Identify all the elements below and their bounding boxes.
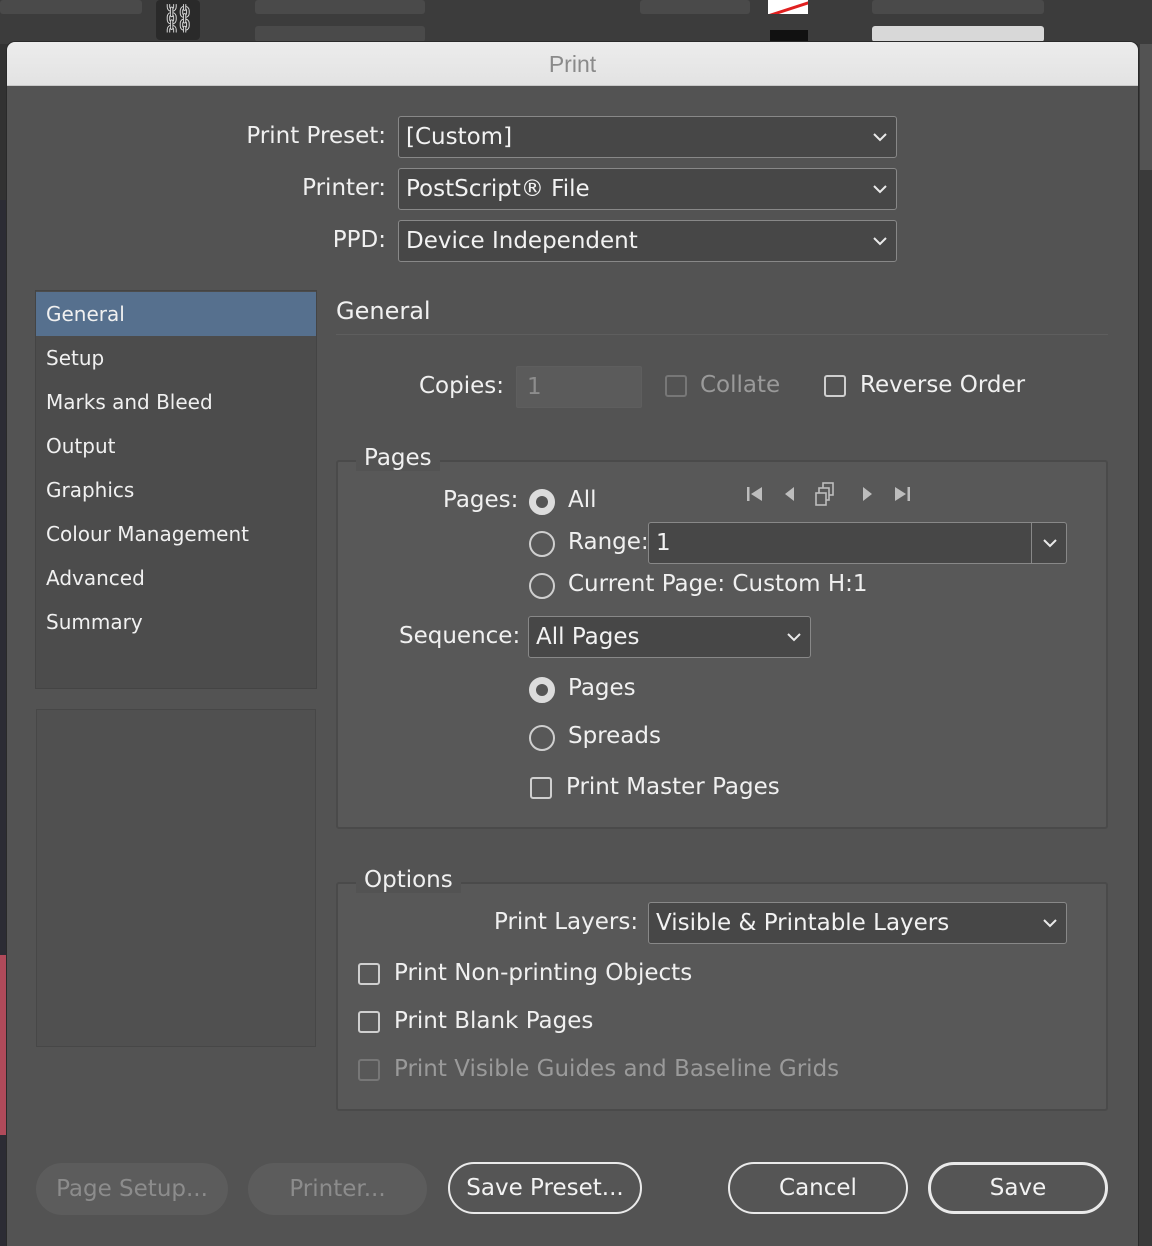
category-setup[interactable]: Setup — [36, 336, 316, 380]
chevron-down-icon — [873, 185, 887, 194]
options-legend: Options — [356, 867, 461, 893]
print-preset-value: [Custom] — [406, 124, 513, 150]
print-blank-pages-label: Print Blank Pages — [394, 1008, 594, 1034]
printer-label: Printer: — [302, 175, 386, 201]
sequence-value: All Pages — [536, 624, 640, 650]
chevron-down-icon[interactable] — [1042, 535, 1058, 551]
print-layers-value: Visible & Printable Layers — [656, 910, 950, 936]
print-master-pages-checkbox[interactable] — [530, 777, 552, 799]
link-icon: ⛓ — [156, 0, 200, 40]
section-divider — [336, 334, 1108, 335]
first-page-icon[interactable] — [744, 483, 766, 505]
pages-range-label: Range: — [568, 529, 649, 555]
pages-legend: Pages — [356, 445, 440, 471]
chevron-down-icon — [873, 133, 887, 142]
dialog-title: Print — [7, 42, 1138, 86]
page-preview — [36, 709, 316, 1047]
reverse-order-label: Reverse Order — [860, 372, 1026, 398]
background-toolbar: ⛓ — [0, 0, 1152, 44]
collate-label: Collate — [700, 372, 781, 398]
last-page-icon[interactable] — [891, 483, 913, 505]
layout-spreads-label: Spreads — [568, 723, 661, 749]
category-graphics[interactable]: Graphics — [36, 468, 316, 512]
cancel-button[interactable]: Cancel — [728, 1162, 908, 1214]
pages-range-radio[interactable] — [529, 531, 555, 557]
print-dialog: Print Print Preset: [Custom] Printer: Po… — [7, 42, 1138, 1246]
sequence-select[interactable]: All Pages — [528, 616, 811, 658]
collate-checkbox[interactable] — [665, 375, 687, 397]
print-master-pages-label: Print Master Pages — [566, 774, 780, 800]
chevron-down-icon — [873, 237, 887, 246]
category-colour-management[interactable]: Colour Management — [36, 512, 316, 556]
background-toolbar-block — [872, 0, 1044, 14]
chevron-down-icon — [1043, 919, 1057, 928]
print-non-printing-checkbox[interactable] — [358, 963, 380, 985]
background-panel — [1138, 44, 1152, 1246]
category-advanced[interactable]: Advanced — [36, 556, 316, 600]
category-list: General Setup Marks and Bleed Output Gra… — [35, 290, 317, 689]
copies-input[interactable]: 1 — [516, 366, 642, 408]
reverse-order-checkbox[interactable] — [824, 375, 846, 397]
save-preset-button[interactable]: Save Preset... — [448, 1162, 642, 1214]
pages-range-value: 1 — [656, 530, 671, 556]
pages-all-label: All — [568, 487, 597, 513]
previous-page-icon[interactable] — [779, 483, 801, 505]
layout-pages-radio[interactable] — [529, 677, 555, 703]
print-guides-label: Print Visible Guides and Baseline Grids — [394, 1056, 840, 1082]
print-layers-label: Print Layers: — [494, 909, 639, 935]
background-toolbar-block — [0, 0, 142, 14]
printer-select[interactable]: PostScript® File — [398, 168, 897, 210]
print-guides-checkbox[interactable] — [358, 1059, 380, 1081]
chevron-down-icon — [787, 633, 801, 642]
pages-range-combo[interactable]: 1 — [648, 522, 1067, 564]
layout-pages-label: Pages — [568, 675, 636, 701]
background-toolbar-block — [255, 0, 425, 14]
combo-separator — [1031, 523, 1032, 563]
background-toolbar-block — [255, 26, 425, 42]
page-setup-button[interactable]: Page Setup... — [36, 1163, 228, 1215]
ppd-value: Device Independent — [406, 228, 638, 254]
category-general[interactable]: General — [36, 292, 316, 336]
print-preset-label: Print Preset: — [246, 123, 386, 149]
none-swatch-icon — [768, 0, 808, 14]
section-title: General — [336, 297, 431, 325]
pages-current-label: Current Page: Custom H:1 — [568, 571, 868, 597]
category-summary[interactable]: Summary — [36, 600, 316, 644]
print-layers-select[interactable]: Visible & Printable Layers — [648, 902, 1067, 944]
stroke-weight-field — [872, 26, 1044, 42]
background-artwork — [0, 955, 7, 1135]
sequence-label: Sequence: — [399, 623, 521, 649]
background-toolbar-block — [640, 0, 750, 14]
print-non-printing-label: Print Non-printing Objects — [394, 960, 693, 986]
save-button[interactable]: Save — [928, 1162, 1108, 1214]
layout-spreads-radio[interactable] — [529, 725, 555, 751]
printer-value: PostScript® File — [406, 176, 590, 202]
pages-current-radio[interactable] — [529, 573, 555, 599]
ppd-select[interactable]: Device Independent — [398, 220, 897, 262]
category-output[interactable]: Output — [36, 424, 316, 468]
pages-label: Pages: — [443, 487, 519, 513]
next-page-icon[interactable] — [856, 483, 878, 505]
pages-all-radio[interactable] — [529, 489, 555, 515]
pages-icon[interactable] — [814, 481, 840, 507]
printer-button[interactable]: Printer... — [248, 1163, 427, 1215]
category-marks-and-bleed[interactable]: Marks and Bleed — [36, 380, 316, 424]
print-preset-select[interactable]: [Custom] — [398, 116, 897, 158]
print-blank-pages-checkbox[interactable] — [358, 1011, 380, 1033]
background-ruler — [1140, 44, 1152, 170]
ppd-label: PPD: — [332, 227, 386, 253]
copies-label: Copies: — [419, 373, 505, 399]
